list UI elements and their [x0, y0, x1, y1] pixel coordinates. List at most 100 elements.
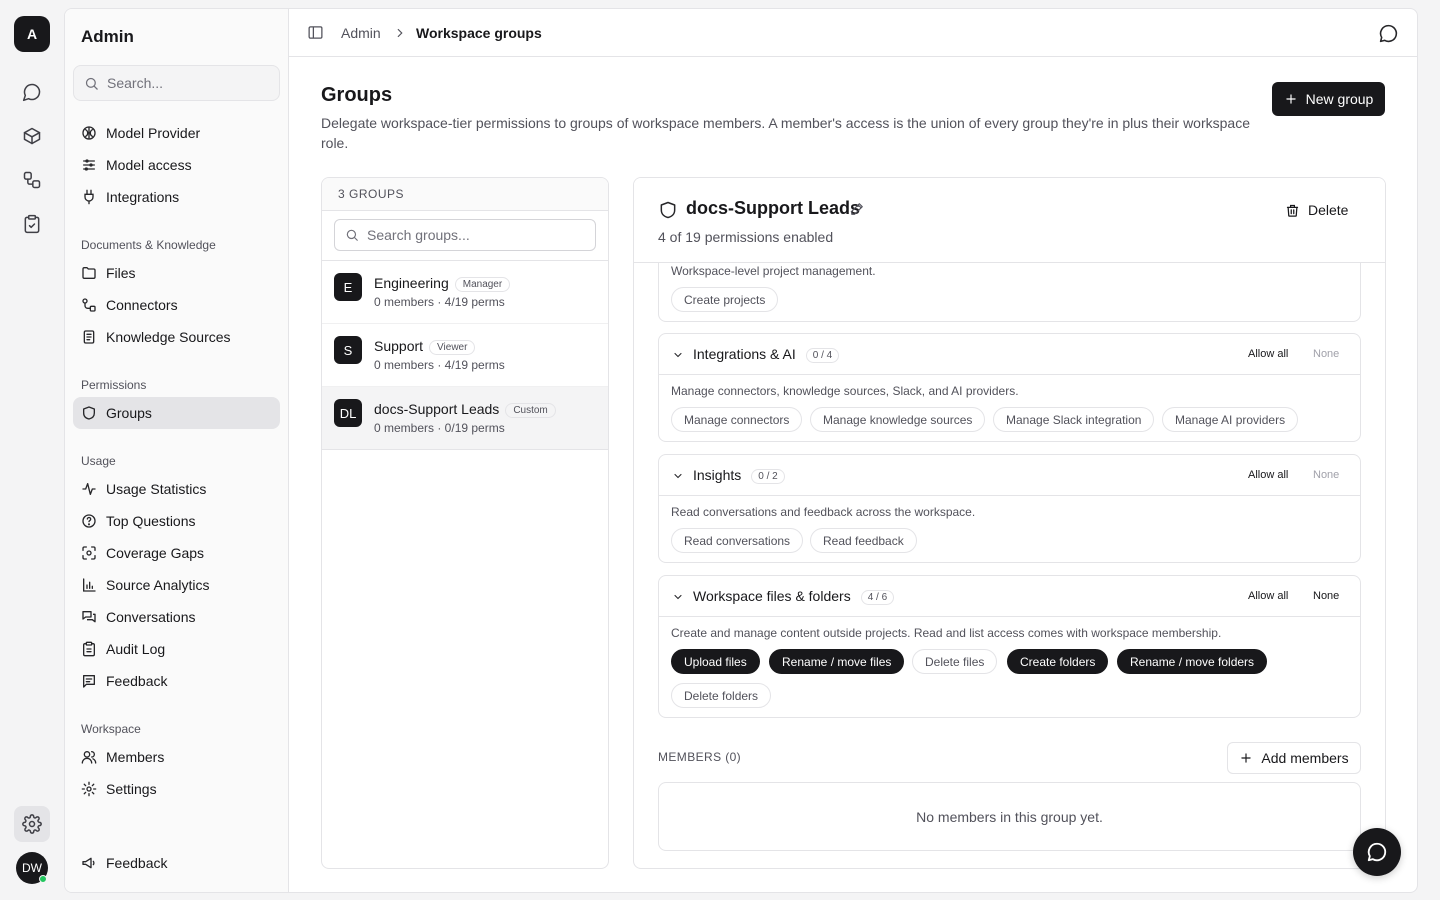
permission-chip[interactable]: Create folders — [1007, 649, 1109, 674]
sidebar-search-input[interactable]: Search... — [73, 65, 280, 101]
none-button[interactable]: None — [1313, 590, 1339, 602]
sidebar-toggle-button[interactable] — [307, 24, 324, 41]
permission-chip[interactable]: Manage knowledge sources — [810, 407, 986, 432]
page-description: Delegate workspace-tier permissions to g… — [321, 115, 1250, 151]
sidebar-item-groups[interactable]: Groups — [73, 397, 280, 429]
collapse-toggle[interactable] — [672, 591, 684, 603]
sidebar-item-label: Feedback — [106, 673, 168, 689]
sidebar-item-label: Model access — [106, 157, 192, 173]
sidebar-item-label: Top Questions — [106, 513, 196, 529]
sidebar-item-label: Settings — [106, 781, 157, 797]
rename-group-button[interactable] — [850, 202, 864, 216]
breadcrumb-current: Workspace groups — [416, 25, 542, 41]
sidebar-item-coverage-gaps[interactable]: Coverage Gaps — [73, 537, 280, 569]
chevron-down-icon — [674, 473, 682, 479]
pencil-icon — [851, 203, 863, 215]
groups-search-placeholder: Search groups... — [367, 227, 470, 243]
chevron-down-icon — [674, 352, 682, 358]
members-empty-state: No members in this group yet. — [658, 782, 1361, 851]
plus-icon — [1285, 94, 1296, 104]
collapse-toggle[interactable] — [672, 349, 684, 361]
group-name: docs-Support Leads — [374, 401, 500, 417]
admin-settings-nav-button[interactable] — [14, 806, 50, 842]
card-description: Read conversations and feedback across t… — [671, 505, 976, 519]
permission-chip[interactable]: Upload files — [671, 649, 760, 674]
tasks-nav-button[interactable] — [14, 206, 50, 242]
sidebar-item-model-provider[interactable]: Model Provider — [73, 117, 280, 149]
sidebar-item-source-analytics[interactable]: Source Analytics — [73, 569, 280, 601]
sidebar-item-top-questions[interactable]: Top Questions — [73, 505, 280, 537]
bar-chart-icon — [83, 578, 96, 592]
permission-chip[interactable]: Delete files — [912, 649, 998, 674]
chat-fab-button[interactable] — [1353, 828, 1401, 876]
sidebar-item-conversations[interactable]: Conversations — [73, 601, 280, 633]
none-button[interactable]: None — [1313, 348, 1339, 360]
sidebar-item-knowledge-sources[interactable]: Knowledge Sources — [73, 321, 280, 353]
card-header[interactable]: Workspace files & folders 4 / 6 Allow all… — [659, 576, 1360, 617]
delete-label: Delete — [1308, 202, 1349, 218]
permission-chip[interactable]: Delete folders — [671, 683, 772, 708]
panel-left-icon — [308, 26, 323, 39]
card-title: Insights — [693, 467, 742, 483]
delete-group-button[interactable]: Delete — [1285, 202, 1348, 218]
group-row-support[interactable]: S Support Viewer 0 members · 4/19 perms — [322, 324, 608, 387]
permission-chip[interactable]: Read conversations — [671, 528, 804, 553]
card-count: 0 / 4 — [805, 348, 840, 363]
permission-chip[interactable]: Manage Slack integration — [993, 407, 1155, 432]
assistant-button[interactable] — [1378, 23, 1399, 44]
sidebar-footer-feedback[interactable]: Feedback — [73, 847, 280, 879]
allow-all-button[interactable]: Allow all — [1248, 469, 1288, 481]
sidebar-item-model-access[interactable]: Model access — [73, 149, 280, 181]
workflows-nav-button[interactable] — [14, 162, 50, 198]
collapse-toggle[interactable] — [672, 470, 684, 482]
trash-icon — [1286, 204, 1299, 217]
permission-chip[interactable]: Read feedback — [810, 528, 917, 553]
workspace-logo[interactable]: A — [14, 16, 50, 52]
permission-card-integrations: Integrations & AI 0 / 4 Allow all None Ma… — [658, 333, 1361, 442]
sidebar-item-usage-statistics[interactable]: Usage Statistics — [73, 473, 280, 505]
group-row-docs-support-leads[interactable]: DL docs-Support Leads Custom 0 members · … — [322, 387, 608, 450]
sidebar-item-label: Integrations — [106, 189, 180, 205]
sidebar-section-documents: Documents & Knowledge — [81, 238, 216, 252]
sidebar-item-audit-log[interactable]: Audit Log — [73, 633, 280, 665]
none-button[interactable]: None — [1313, 469, 1339, 481]
sidebar-item-files[interactable]: Files — [73, 257, 280, 289]
group-name-line: docs-Support Leads Custom — [374, 401, 556, 418]
group-meta: 0 members · 0/19 perms — [374, 421, 505, 435]
chat-nav-button[interactable] — [14, 74, 50, 110]
permission-chip[interactable]: Manage AI providers — [1162, 407, 1299, 432]
sidebar-item-integrations[interactable]: Integrations — [73, 181, 280, 213]
sidebar-item-label: Files — [106, 265, 136, 281]
allow-all-button[interactable]: Allow all — [1248, 590, 1288, 602]
sidebar-item-settings[interactable]: Settings — [73, 773, 280, 805]
group-name: Engineering — [374, 275, 449, 291]
group-row-engineering[interactable]: E Engineering Manager 0 members · 4/19 pe… — [322, 261, 608, 324]
brain-icon — [82, 126, 96, 140]
shield-icon — [660, 201, 676, 219]
groups-search-wrap: Search groups... — [322, 211, 608, 261]
card-header[interactable]: Insights 0 / 2 Allow all None — [659, 455, 1360, 496]
add-members-button[interactable]: Add members — [1227, 742, 1361, 774]
sidebar-item-connectors[interactable]: Connectors — [73, 289, 280, 321]
allow-all-button[interactable]: Allow all — [1248, 348, 1288, 360]
activity-icon — [82, 483, 96, 495]
group-avatar: E — [334, 273, 362, 301]
group-role-badge: Manager — [454, 277, 511, 292]
groups-search-input[interactable]: Search groups... — [334, 219, 596, 251]
card-description: Workspace-level project management. — [671, 264, 876, 278]
sidebar-item-members[interactable]: Members — [73, 741, 280, 773]
permission-chip[interactable]: Manage connectors — [671, 407, 803, 432]
breadcrumb-admin[interactable]: Admin — [341, 25, 381, 41]
plus-icon — [1241, 753, 1252, 763]
box-icon — [23, 127, 41, 145]
sidebar-item-feedback[interactable]: Feedback — [73, 665, 280, 697]
permission-chip[interactable]: Rename / move files — [769, 649, 905, 674]
card-header[interactable]: Integrations & AI 0 / 4 Allow all None — [659, 334, 1360, 375]
user-avatar[interactable]: DW — [16, 852, 48, 884]
permission-chip[interactable]: Rename / move folders — [1117, 649, 1268, 674]
projects-nav-button[interactable] — [14, 118, 50, 154]
sidebar-section-workspace: Workspace — [81, 722, 141, 736]
permission-chip[interactable]: Create projects — [671, 287, 779, 312]
card-title-line: Insights 0 / 2 — [693, 467, 785, 484]
new-group-button[interactable]: New group — [1272, 82, 1385, 116]
